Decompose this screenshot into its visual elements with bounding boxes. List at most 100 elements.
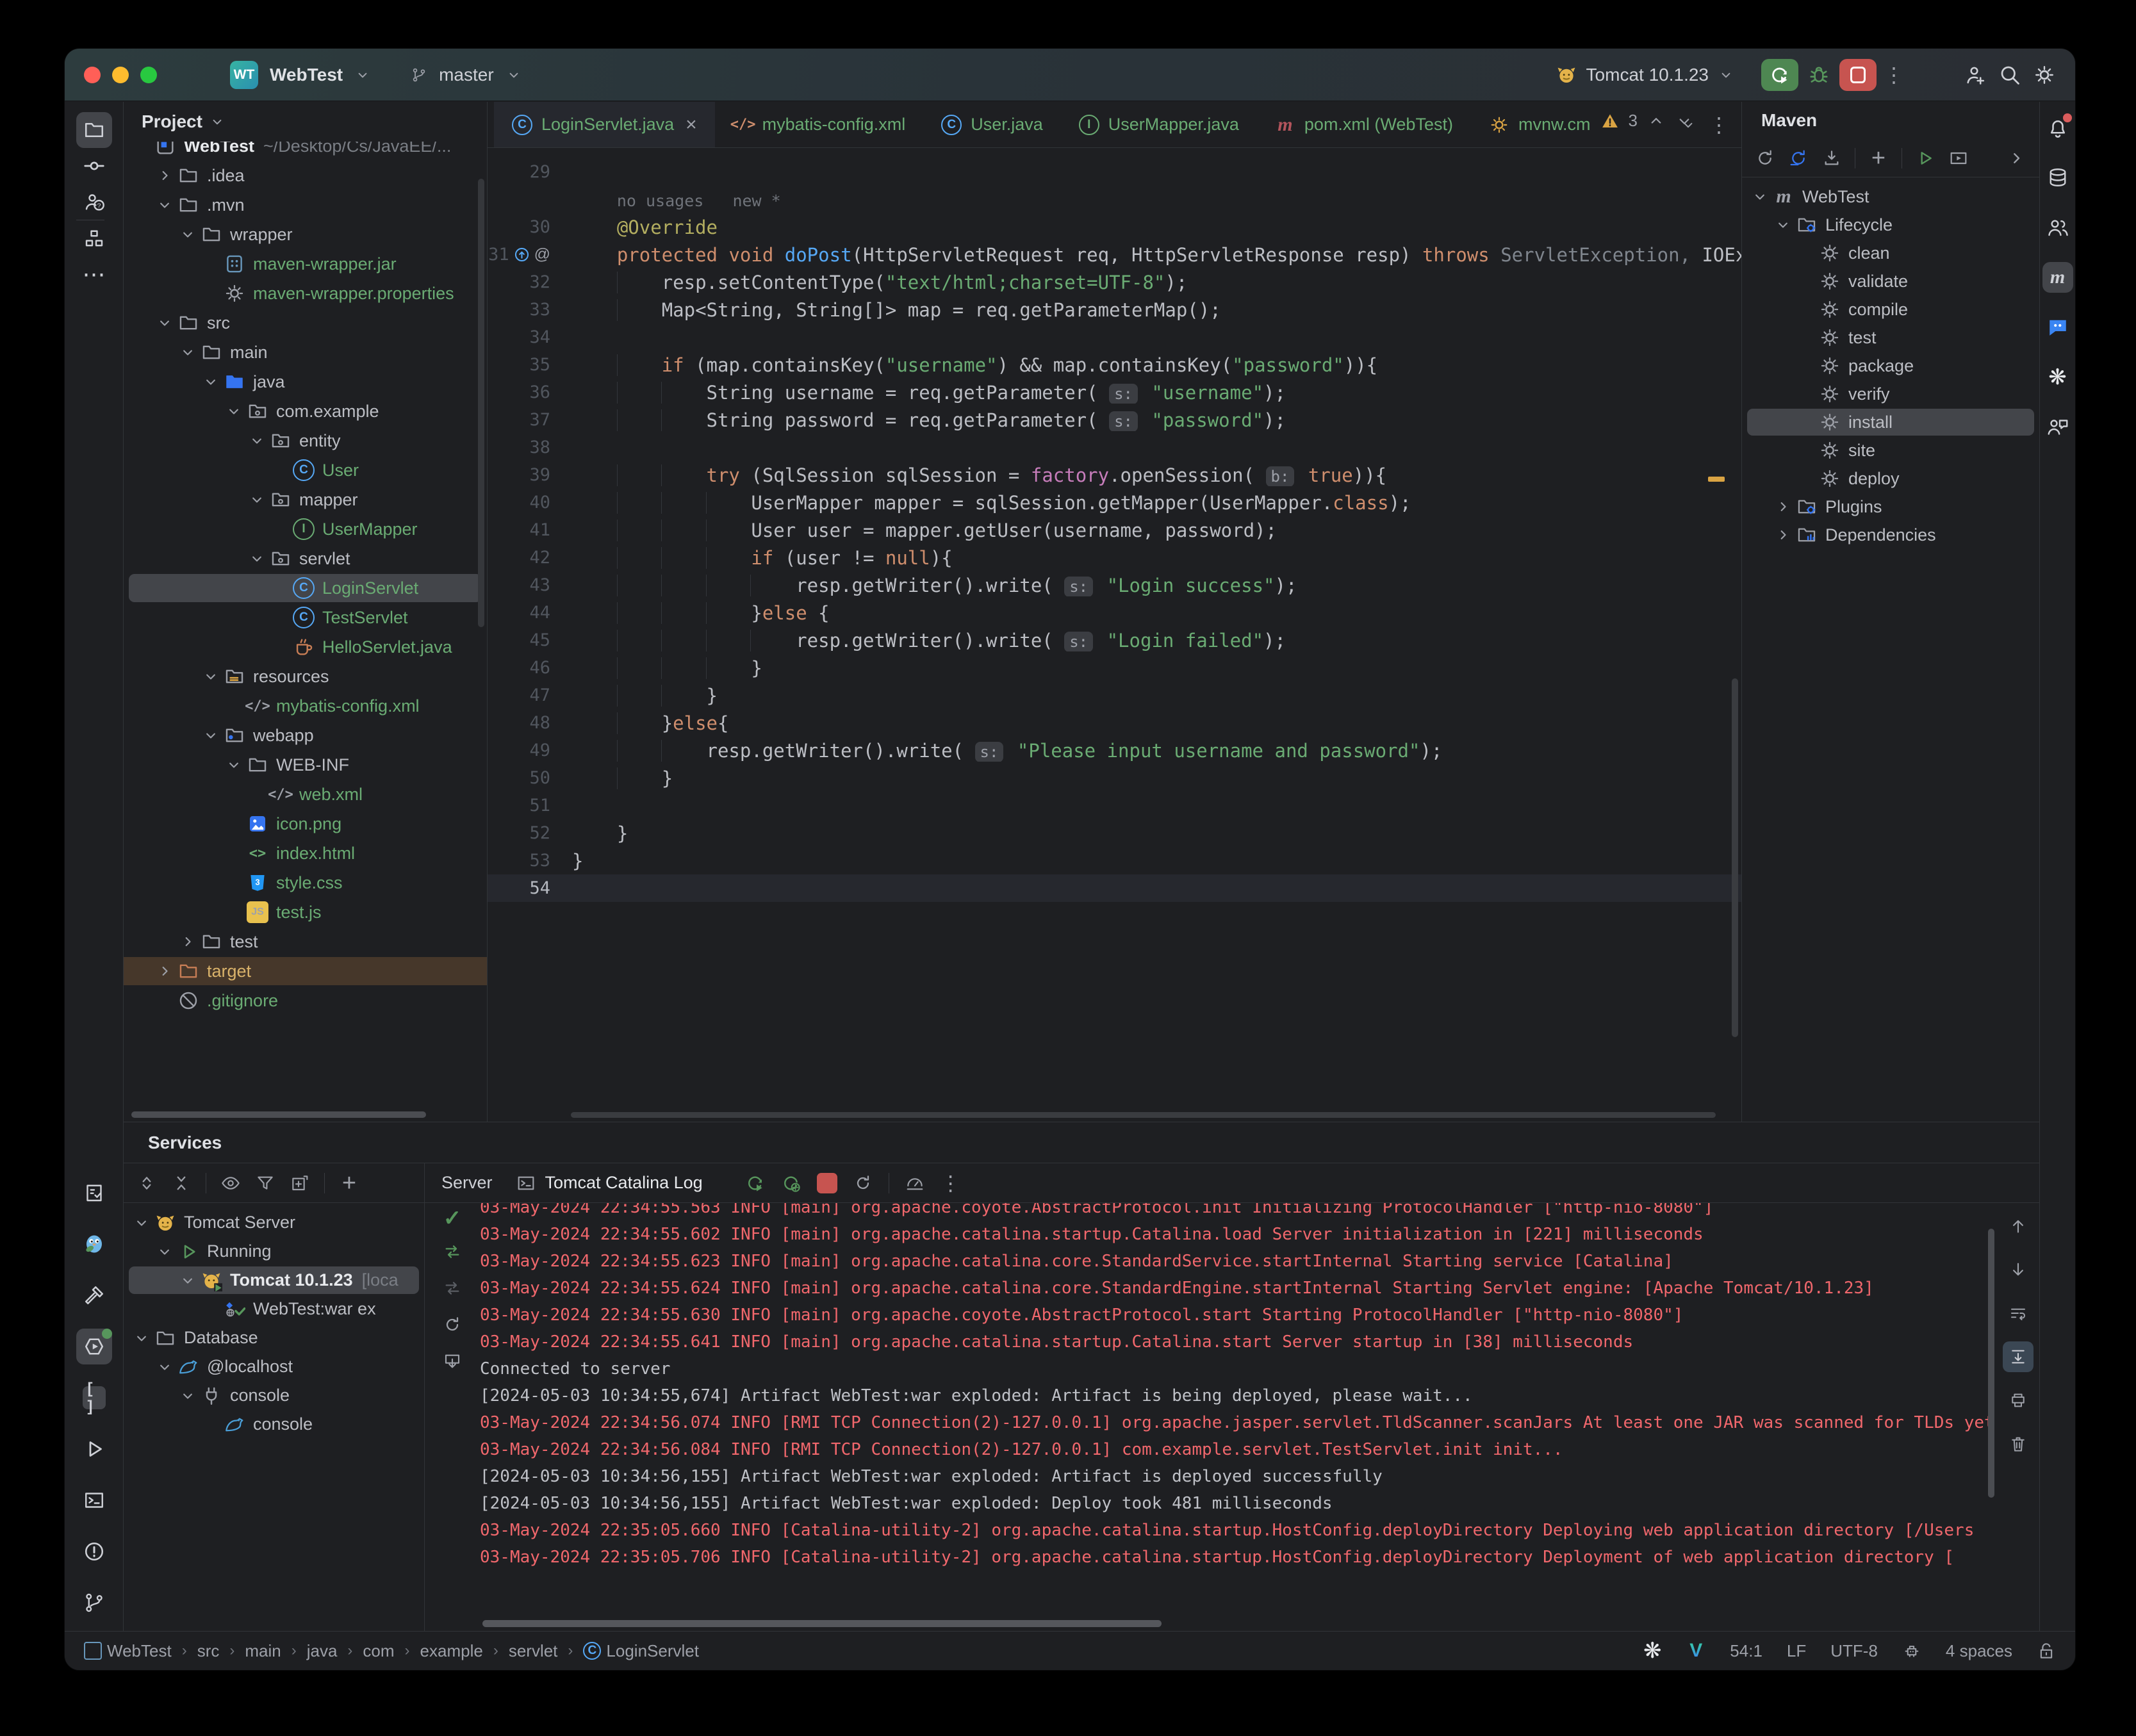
services-tree-item-tomcat-server[interactable]: Tomcat Server xyxy=(124,1208,424,1237)
code-line-29[interactable]: 29 xyxy=(488,158,1741,186)
editor-horizontal-scrollbar[interactable] xyxy=(571,1112,1716,1118)
tool-stripe-people-help-button[interactable]: ? xyxy=(76,184,112,220)
tab-options-icon[interactable]: ⋮ xyxy=(1709,113,1729,136)
console-action-rerun-debug-button[interactable] xyxy=(781,1173,801,1193)
maven-item-lifecycle[interactable]: Lifecycle xyxy=(1742,211,2039,239)
breadcrumb-item-java[interactable]: java xyxy=(307,1641,338,1661)
code-line-35[interactable]: 35 if (map.containsKey("username") && ma… xyxy=(488,351,1741,379)
maven-toolbar-play-green-button[interactable] xyxy=(1915,148,1935,168)
inspections-widget[interactable]: 3 xyxy=(1600,111,1694,131)
project-tree-item-loginservlet[interactable]: C LoginServlet xyxy=(124,573,487,603)
chev-d-icon[interactable] xyxy=(1751,188,1769,206)
chev-d-icon[interactable] xyxy=(156,314,174,332)
project-tree-item-style-css[interactable]: 3 style.css xyxy=(124,868,487,897)
annotation-gutter-icon[interactable]: @ xyxy=(534,245,550,264)
tool-stripe-commit-tool-button[interactable] xyxy=(76,148,112,184)
chev-d-icon[interactable] xyxy=(156,1243,174,1261)
code-line-32[interactable]: 32 resp.setContentType("text/html;charse… xyxy=(488,268,1741,296)
chev-d-icon[interactable] xyxy=(133,1329,151,1347)
services-toolbar-filter-button[interactable] xyxy=(255,1173,275,1193)
maven-item-webtest[interactable]: m WebTest xyxy=(1742,183,2039,211)
tool-stripe-run-outline-button[interactable] xyxy=(76,1431,112,1467)
tool-stripe-db-tool-button[interactable] xyxy=(2042,162,2073,193)
maven-toolbar-tool-run-button[interactable] xyxy=(1948,148,1969,168)
services-tree-item-localhost[interactable]: @localhost xyxy=(124,1352,424,1381)
editor-tab-mvnw-cm[interactable]: mvnw.cm xyxy=(1471,102,1609,147)
code-line-31[interactable]: 31 @ protected void doPost(HttpServletReq… xyxy=(488,241,1741,268)
tool-stripe-structure-tool-button[interactable] xyxy=(76,220,112,256)
project-tree-item-index-html[interactable]: <> index.html xyxy=(124,839,487,868)
project-horizontal-scrollbar[interactable] xyxy=(131,1111,426,1118)
console-action-more-v-button[interactable]: ⋮ xyxy=(941,1172,961,1195)
tool-stripe-services-tool-button[interactable] xyxy=(76,1329,112,1364)
code-line-51[interactable]: 51 xyxy=(488,792,1741,819)
chevron-down-icon[interactable] xyxy=(209,113,226,130)
code-line-44[interactable]: 44 }else { xyxy=(488,599,1741,626)
chev-d-icon[interactable] xyxy=(179,225,197,243)
editor-tab-user-java[interactable]: C User.java xyxy=(923,102,1061,147)
services-tree-item-tomcat-10-1-23[interactable]: Tomcat 10.1.23 [loca xyxy=(124,1266,424,1295)
console-rail-up-button[interactable] xyxy=(2003,1211,2033,1241)
project-vertical-scrollbar[interactable] xyxy=(478,179,484,627)
code-line-43[interactable]: 43 resp.getWriter().write( s: "Login suc… xyxy=(488,571,1741,599)
next-problem-icon[interactable] xyxy=(1675,111,1694,131)
console-tab-tomcat-catalina-log[interactable]: Tomcat Catalina Log xyxy=(516,1173,703,1193)
tool-stripe-bell-button[interactable] xyxy=(2042,112,2073,143)
status-widget-54-1[interactable]: 54:1 xyxy=(1730,1641,1762,1661)
status-widget-4-spaces[interactable]: 4 spaces xyxy=(1946,1641,2012,1661)
project-tree-item-main[interactable]: main xyxy=(124,338,487,367)
maven-item-test[interactable]: test xyxy=(1742,323,2039,352)
editor-tab-mybatis-config-xml[interactable]: </> mybatis-config.xml xyxy=(715,102,924,147)
breadcrumb-item-servlet[interactable]: servlet xyxy=(509,1641,558,1661)
maven-item-install[interactable]: install xyxy=(1742,408,2039,436)
console-rail-swap-gray-button[interactable] xyxy=(442,1278,463,1302)
tool-stripe-brackets-button[interactable]: [ ] xyxy=(76,1380,112,1416)
chev-d-icon[interactable] xyxy=(156,1358,174,1376)
maven-item-plugins[interactable]: Plugins xyxy=(1742,493,2039,521)
services-toolbar-newtab-button[interactable] xyxy=(290,1173,310,1193)
code-line-30[interactable]: 30 @Override xyxy=(488,213,1741,241)
console-rail-refresh-button[interactable] xyxy=(442,1314,463,1338)
status-widget-robot[interactable] xyxy=(1902,1641,1921,1660)
services-tree-item-console[interactable]: console xyxy=(124,1381,424,1410)
tool-stripe-folder-tool-button[interactable] xyxy=(76,112,112,148)
maven-item-validate[interactable]: validate xyxy=(1742,267,2039,295)
chev-d-icon[interactable] xyxy=(225,756,243,774)
services-toolbar-plus-button[interactable]: + xyxy=(339,1171,359,1195)
chev-d-icon[interactable] xyxy=(248,491,266,509)
editor-tab-pom-xml-webtest[interactable]: m pom.xml (WebTest) xyxy=(1257,102,1471,147)
branch-name[interactable]: master xyxy=(439,65,494,85)
console-action-gauge-button[interactable] xyxy=(905,1173,925,1193)
tool-stripe-people-chat-button[interactable] xyxy=(2042,412,2073,443)
rerun-button[interactable] xyxy=(1761,58,1798,91)
tool-stripe-more-h-button[interactable]: ⋯ xyxy=(76,256,112,292)
project-tree-item-gitignore[interactable]: .gitignore xyxy=(124,986,487,1015)
project-tree-item-com-example[interactable]: com.example xyxy=(124,397,487,426)
log-vertical-scrollbar[interactable] xyxy=(1988,1229,1994,1498)
console-action-stop-sq-button[interactable] xyxy=(816,1172,837,1193)
editor-tab-usermapper-java[interactable]: I UserMapper.java xyxy=(1061,102,1257,147)
code-hint-line[interactable]: no usages new * xyxy=(488,186,1741,213)
project-tree-item-web-xml[interactable]: </> web.xml xyxy=(124,780,487,809)
chev-d-icon[interactable] xyxy=(225,402,243,420)
services-tree-item-running[interactable]: Running xyxy=(124,1237,424,1266)
chev-r-icon[interactable] xyxy=(179,933,197,951)
console-rail-scrollend-button[interactable] xyxy=(2003,1341,2033,1372)
project-tree-item-resources[interactable]: resources xyxy=(124,662,487,691)
chevron-down-icon[interactable] xyxy=(1718,67,1734,83)
code-line-48[interactable]: 48 }else{ xyxy=(488,709,1741,737)
maven-toolbar-download-button[interactable] xyxy=(1821,148,1842,168)
close-tab-icon[interactable]: × xyxy=(686,114,697,136)
console-log[interactable]: 03-May-2024 22:34:55.563 INFO [main] org… xyxy=(480,1203,1997,1631)
console-tab-server[interactable]: Server xyxy=(441,1173,493,1193)
settings-button[interactable] xyxy=(2033,63,2056,86)
maven-toolbar-chev-r-button[interactable] xyxy=(2006,148,2026,168)
debug-button[interactable] xyxy=(1807,63,1830,86)
tool-stripe-maven-m2-button[interactable]: m xyxy=(2042,262,2073,293)
project-tree-item-servlet[interactable]: servlet xyxy=(124,544,487,573)
status-widget-v-badge[interactable]: V xyxy=(1686,1640,1705,1661)
chev-d-icon[interactable] xyxy=(179,1272,197,1290)
maven-item-package[interactable]: package xyxy=(1742,352,2039,380)
breadcrumb-item-main[interactable]: main xyxy=(245,1641,281,1661)
project-tree-item-target[interactable]: target xyxy=(124,956,487,986)
